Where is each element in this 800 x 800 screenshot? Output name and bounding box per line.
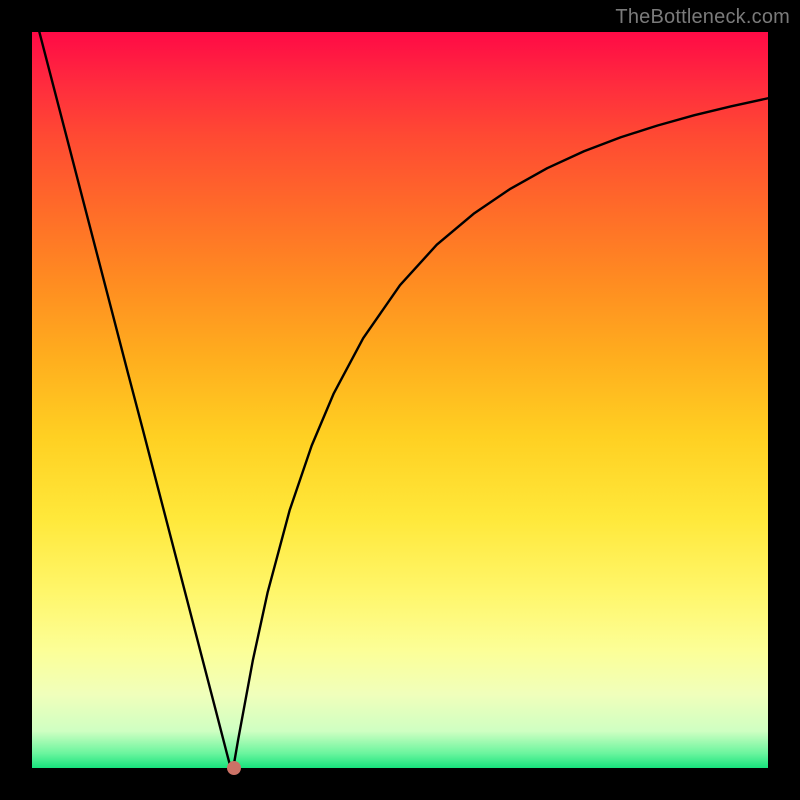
- chart-frame: TheBottleneck.com: [0, 0, 800, 800]
- minimum-marker: [227, 761, 241, 775]
- curve-path: [39, 32, 768, 768]
- attribution-text: TheBottleneck.com: [615, 6, 790, 29]
- plot-area: [32, 32, 768, 768]
- bottleneck-curve: [32, 32, 768, 768]
